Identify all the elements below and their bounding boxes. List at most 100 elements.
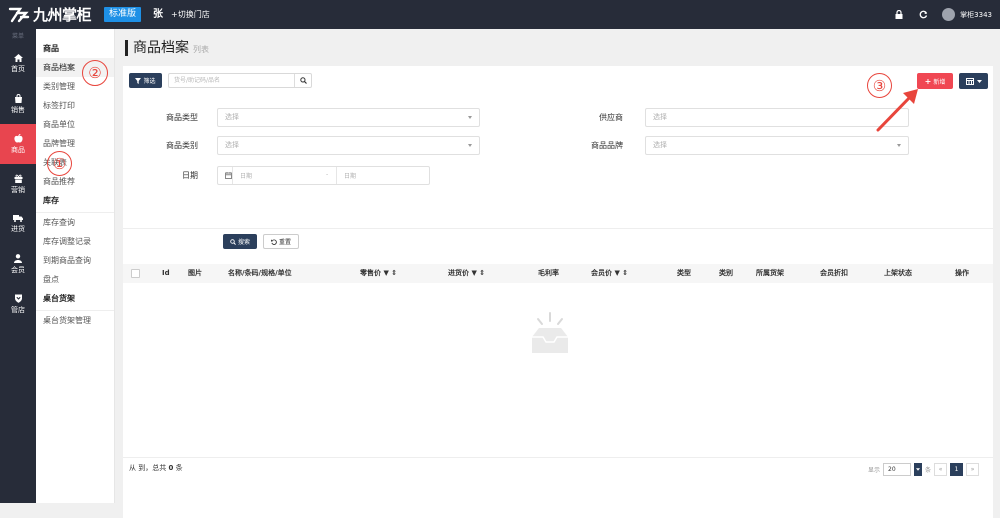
chevron-down-icon [976,79,982,83]
annotation-arrow-icon [876,89,918,132]
per-page-unit: 条 [925,467,932,474]
annotation-circle-2: ② [82,60,108,86]
col-listing-status: 上架状态 [884,269,912,277]
col-actions: 操作 [955,269,969,277]
col-member-discount: 会员折扣 [820,269,848,277]
chevron-down-icon [468,116,472,119]
search-button[interactable]: 搜索 [223,234,257,249]
col-retail-price[interactable]: 零售价 ▼ ⇕ [360,264,397,283]
account-name[interactable]: 掌柜3343 [960,10,992,20]
supplier-select[interactable]: 选择 [645,108,909,127]
subnav-section-products: 商品 [43,44,59,53]
pagination-summary: 从 到，总共 0 条 [129,464,183,472]
sort-icon[interactable]: ⇕ [622,269,628,277]
logo-text: 九州掌柜 [33,6,92,24]
nav-item-marketing[interactable]: 营销 [0,164,36,204]
product-brand-value: 选择 [653,141,667,149]
per-page-select[interactable]: 20 [883,463,912,476]
per-page-label: 显示 [868,467,881,474]
reset-button-label: 重置 [278,239,291,246]
nav-item-purchase[interactable]: 进货 [0,204,36,244]
nav-item-sales[interactable]: 销售 [0,84,36,124]
gift-icon [14,174,22,183]
col-category: 类别 [719,269,733,277]
subnav-item-inventory-query[interactable]: 库存查询 [36,213,114,232]
filter-icon[interactable]: ▼ [614,269,619,277]
lock-icon[interactable] [894,10,904,20]
product-brand-label: 商品品牌 [591,141,623,150]
next-page-button[interactable]: » [966,463,980,476]
subnav-item-adjustment-records[interactable]: 库存调整记录 [36,232,114,251]
page-subtitle: 列表 [193,45,209,54]
page-number-button[interactable]: 1 [950,463,964,476]
nav-label: 商品 [11,145,25,154]
reset-button[interactable]: 重置 [263,234,299,249]
calendar-icon [225,172,232,179]
switch-store-link[interactable]: +切换门店 [171,7,210,22]
col-name: 名称/条码/规格/单位 [228,269,292,277]
table-columns-icon [965,77,974,85]
subnav-item-brand-management[interactable]: 品牌管理 [36,134,114,153]
chevron-down-icon [468,144,472,147]
product-category-label: 商品类别 [166,141,198,150]
subnav-item-product-units[interactable]: 商品单位 [36,115,114,134]
logo-mark-icon [5,6,31,24]
search-icon[interactable] [294,74,311,87]
nav-item-products[interactable]: 商品 [0,124,36,164]
product-category-value: 选择 [225,141,239,149]
product-type-select[interactable]: 选择 [217,108,480,127]
nav-label: 进货 [11,225,25,233]
apple-icon [13,133,23,143]
top-bar: 九州掌柜 标准版 张 +切换门店 掌柜3343 [0,0,1000,29]
date-label: 日期 [182,171,198,180]
subnav-item-stocktake[interactable]: 盘点 [36,270,114,289]
subnav-item-table-shelf-management[interactable]: 桌台货架管理 [36,311,114,330]
per-page-dropdown-icon[interactable] [914,463,923,476]
current-user: 张 [153,9,163,20]
nav-label: 会员 [11,265,25,274]
select-all-checkbox[interactable] [131,269,140,278]
search-button-label: 搜索 [237,239,250,246]
nav-label: 营销 [11,185,25,194]
supplier-label: 供应商 [599,113,623,122]
date-end-input[interactable]: 日期 [344,171,356,180]
truck-icon [13,215,23,222]
col-member-price[interactable]: 会员价 ▼ ⇕ [591,264,628,283]
plus-icon: + [924,76,932,86]
nav-label: 首页 [11,65,25,73]
sort-icon[interactable]: ⇕ [391,269,397,277]
nav-item-home[interactable]: 首页 [0,44,36,84]
add-button-label: 新增 [933,78,946,86]
avatar[interactable] [942,8,956,21]
app-logo[interactable]: 九州掌柜 [5,5,92,24]
filter-button[interactable]: 筛选 [129,73,162,88]
product-brand-select[interactable]: 选择 [645,136,909,155]
column-settings-button[interactable] [959,73,988,89]
total-count: 0 [168,464,174,472]
supplier-value: 选择 [653,113,667,121]
filter-icon[interactable]: ▼ [383,269,388,277]
shield-icon [14,294,22,303]
page-title: 商品档案 列表 [125,40,209,56]
page-title-text: 商品档案 [133,40,189,56]
sort-icon[interactable]: ⇕ [479,269,485,277]
reset-icon [270,238,277,245]
prev-page-button[interactable]: « [934,463,948,476]
filter-icon[interactable]: ▼ [471,269,476,277]
col-id: Id [162,269,170,277]
product-category-select[interactable]: 选择 [217,136,480,155]
subnav-item-product-recommend[interactable]: 商品推荐 [36,172,114,191]
nav-label: 管店 [11,305,25,314]
nav-item-store-management[interactable]: 管店 [0,284,36,324]
date-start-input[interactable]: 日期 [240,171,252,180]
date-range-picker[interactable]: 日期 - 日期 [217,166,430,185]
search-input[interactable] [174,74,289,87]
search-box [168,73,312,88]
subnav-item-label-printing[interactable]: 标签打印 [36,96,114,115]
nav-item-members[interactable]: 会员 [0,244,36,284]
left-nav: 菜单 首页 销售 商品 营销 进货 会员 管店 [0,29,36,503]
col-purchase-price[interactable]: 进货价 ▼ ⇕ [448,264,485,283]
subnav-item-expiry-query[interactable]: 到期商品查询 [36,251,114,270]
edition-badge: 标准版 [104,7,142,22]
refresh-icon[interactable] [918,10,928,20]
